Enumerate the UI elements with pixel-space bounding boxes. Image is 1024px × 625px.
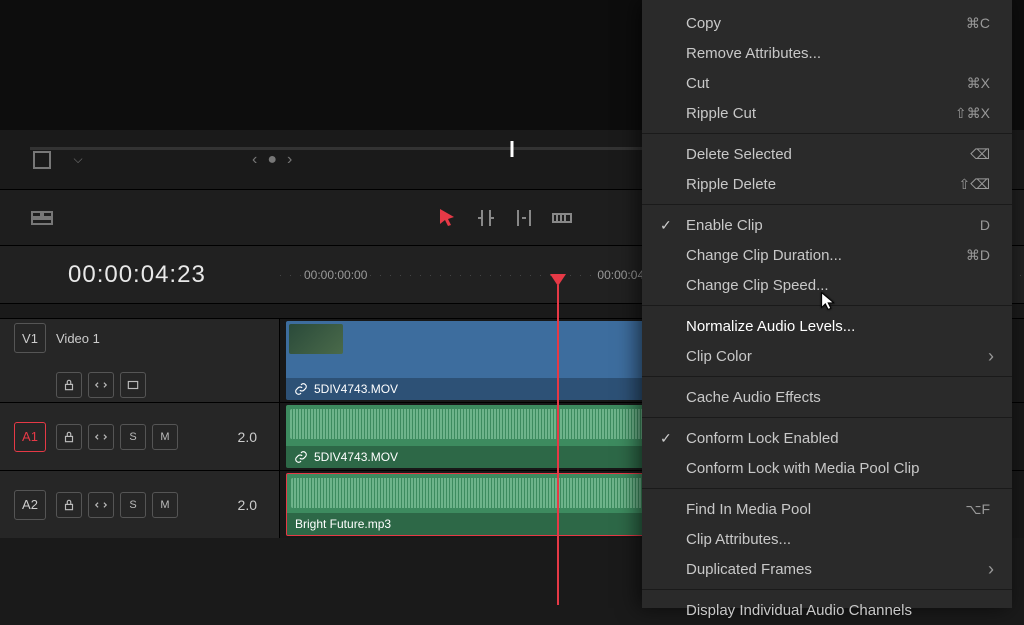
selection-tool-icon[interactable] <box>436 206 460 230</box>
current-timecode[interactable]: 00:00:04:23 <box>0 246 280 303</box>
track-name: Video 1 <box>56 331 100 346</box>
viewer-nav[interactable]: ‹ ● › <box>252 151 292 169</box>
crop-icon[interactable] <box>30 148 54 172</box>
solo-button[interactable]: S <box>120 492 146 518</box>
menu-clip-attributes[interactable]: Clip Attributes... <box>642 524 1012 554</box>
menu-duplicated-frames[interactable]: Duplicated Frames <box>642 554 1012 584</box>
mute-button[interactable]: M <box>152 492 178 518</box>
chevron-down-icon[interactable]: ⌵ <box>66 148 90 172</box>
ruler-tick: 00:00:00:00 <box>304 268 367 282</box>
menu-cache-audio[interactable]: Cache Audio Effects <box>642 382 1012 412</box>
link-icon <box>294 382 308 396</box>
link-icon <box>294 450 308 464</box>
dot-icon: ● <box>267 151 277 169</box>
clip-thumbnail <box>289 324 343 354</box>
timeline-view-icon[interactable] <box>30 206 54 230</box>
clip-name: 5DIV4743.MOV <box>314 450 398 464</box>
auto-select-icon[interactable] <box>88 372 114 398</box>
monitor-icon[interactable] <box>120 372 146 398</box>
menu-cut[interactable]: Cut⌘X <box>642 68 1012 98</box>
mouse-cursor-icon <box>818 290 840 318</box>
prev-icon[interactable]: ‹ <box>252 151 257 169</box>
menu-conform-lock[interactable]: Conform Lock Enabled <box>642 423 1012 453</box>
track-id[interactable]: A2 <box>14 490 46 520</box>
track-header-v1: V1 Video 1 <box>0 319 280 402</box>
menu-separator <box>642 204 1012 205</box>
solo-button[interactable]: S <box>120 424 146 450</box>
track-header-a1: A1 S M 2.0 <box>0 403 280 470</box>
lock-icon[interactable] <box>56 372 82 398</box>
mute-button[interactable]: M <box>152 424 178 450</box>
channel-count: 2.0 <box>238 497 257 513</box>
menu-delete-selected[interactable]: Delete Selected⌫ <box>642 139 1012 169</box>
menu-remove-attributes[interactable]: Remove Attributes... <box>642 38 1012 68</box>
menu-ripple-cut[interactable]: Ripple Cut⇧⌘X <box>642 98 1012 128</box>
auto-select-icon[interactable] <box>88 492 114 518</box>
track-id[interactable]: V1 <box>14 323 46 353</box>
clip-name: 5DIV4743.MOV <box>314 382 398 396</box>
blade-tool-icon[interactable] <box>512 206 536 230</box>
menu-ripple-delete[interactable]: Ripple Delete⇧⌫ <box>642 169 1012 199</box>
menu-find-media[interactable]: Find In Media Pool⌥F <box>642 494 1012 524</box>
clip-name: Bright Future.mp3 <box>295 517 391 531</box>
trim-tool-icon[interactable] <box>474 206 498 230</box>
menu-enable-clip[interactable]: Enable ClipD <box>642 210 1012 240</box>
auto-select-icon[interactable] <box>88 424 114 450</box>
menu-conform-media[interactable]: Conform Lock with Media Pool Clip <box>642 453 1012 483</box>
lock-icon[interactable] <box>56 424 82 450</box>
track-id[interactable]: A1 <box>14 422 46 452</box>
menu-change-duration[interactable]: Change Clip Duration...⌘D <box>642 240 1012 270</box>
menu-separator <box>642 133 1012 134</box>
scrubber-playhead[interactable] <box>511 141 514 157</box>
lock-icon[interactable] <box>56 492 82 518</box>
track-header-a2: A2 S M 2.0 <box>0 471 280 538</box>
next-icon[interactable]: › <box>287 151 292 169</box>
menu-clip-color[interactable]: Clip Color <box>642 341 1012 371</box>
menu-separator <box>642 376 1012 377</box>
menu-separator <box>642 488 1012 489</box>
menu-separator <box>642 589 1012 590</box>
menu-separator <box>642 417 1012 418</box>
channel-count: 2.0 <box>238 429 257 445</box>
menu-copy[interactable]: Copy⌘C <box>642 8 1012 38</box>
playhead-line[interactable] <box>557 285 559 605</box>
menu-display-channels[interactable]: Display Individual Audio Channels <box>642 595 1012 625</box>
insert-tool-icon[interactable] <box>550 206 574 230</box>
